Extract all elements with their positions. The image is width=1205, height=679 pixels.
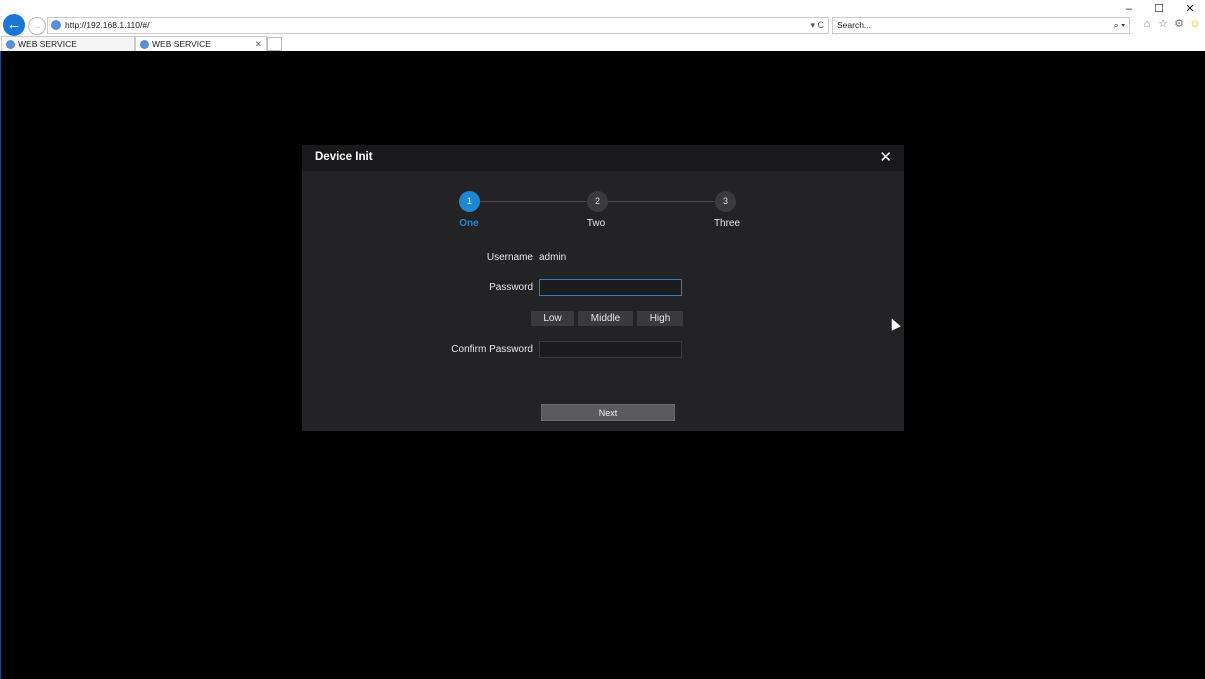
step-1-label: One <box>459 218 479 229</box>
close-window-button[interactable]: ✕ <box>1180 2 1200 16</box>
password-label: Password <box>489 282 533 293</box>
dialog-title: Device Init <box>315 151 373 163</box>
search-icon[interactable]: ⌕ ▾ <box>1114 18 1125 33</box>
star-icon[interactable]: ☆ <box>1155 17 1171 30</box>
strength-low: Low <box>531 311 574 326</box>
forward-button[interactable]: → <box>28 17 46 35</box>
step-1-indicator: 1 <box>459 191 480 212</box>
address-bar[interactable]: http://192.168.1.110/#/ ▾ C <box>47 17 829 34</box>
strength-middle: Middle <box>578 311 633 326</box>
confirm-password-field[interactable] <box>539 341 682 358</box>
username-label: Username <box>486 252 533 263</box>
step-2-label: Two <box>586 218 606 229</box>
device-init-dialog: Device Init ✕ 1 2 3 One Two Three Userna… <box>302 145 904 431</box>
globe-icon <box>140 40 149 50</box>
search-box[interactable]: Search... ⌕ ▾ <box>832 17 1130 34</box>
confirm-password-label: Confirm Password <box>451 344 533 355</box>
tab-bar: WEB SERVICE WEB SERVICE ✕ <box>0 36 1205 51</box>
window-edge <box>0 51 1 679</box>
step-3-label: Three <box>713 218 741 229</box>
dialog-header: Device Init ✕ <box>302 145 904 171</box>
globe-icon <box>51 20 61 30</box>
password-field[interactable] <box>539 279 682 296</box>
next-button[interactable]: Next <box>541 404 675 421</box>
maximize-button[interactable]: ☐ <box>1149 2 1169 16</box>
address-text[interactable]: http://192.168.1.110/#/ <box>65 18 149 33</box>
gear-icon[interactable]: ⚙ <box>1171 17 1187 30</box>
minimize-button[interactable]: – <box>1119 2 1139 16</box>
home-icon[interactable]: ⌂ <box>1139 18 1155 30</box>
step-2-indicator: 2 <box>587 191 608 212</box>
new-tab-button[interactable] <box>267 37 282 51</box>
globe-icon <box>6 40 15 50</box>
strength-high: High <box>637 311 683 326</box>
step-connector <box>479 201 586 202</box>
smiley-icon[interactable]: ☺ <box>1187 18 1203 30</box>
tab-label: WEB SERVICE <box>18 39 77 49</box>
tab-web-service-2[interactable]: WEB SERVICE ✕ <box>135 36 267 51</box>
toolbar-icons: ⌂ ☆ ⚙ ☺ <box>1139 17 1203 32</box>
search-input[interactable]: Search... <box>837 18 871 33</box>
tab-web-service-1[interactable]: WEB SERVICE <box>1 36 135 51</box>
address-controls[interactable]: ▾ C <box>810 18 824 33</box>
close-icon[interactable]: ✕ <box>879 148 892 166</box>
tab-label: WEB SERVICE <box>152 39 211 49</box>
step-3-indicator: 3 <box>715 191 736 212</box>
back-button[interactable]: ← <box>3 14 25 36</box>
browser-chrome: – ☐ ✕ ← → http://192.168.1.110/#/ ▾ C Se… <box>0 0 1205 51</box>
username-value: admin <box>539 252 567 263</box>
step-connector <box>608 201 714 202</box>
tab-close-icon[interactable]: ✕ <box>255 37 262 51</box>
